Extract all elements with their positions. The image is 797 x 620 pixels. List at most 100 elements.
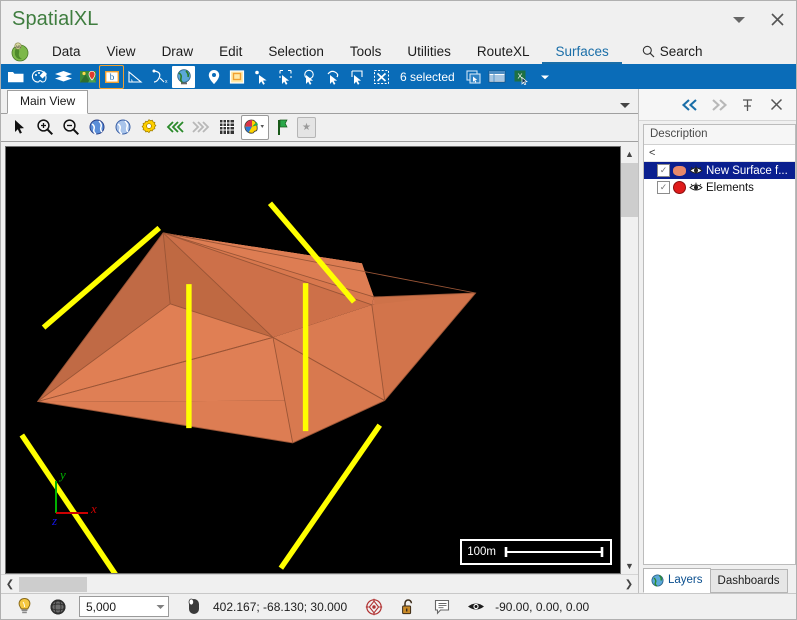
color-palette-icon[interactable] bbox=[241, 114, 269, 140]
tab-dashboards[interactable]: Dashboards bbox=[709, 569, 788, 593]
chevron-down-icon bbox=[733, 16, 745, 23]
copy-selection-icon[interactable] bbox=[462, 66, 485, 88]
open-folder-icon[interactable] bbox=[4, 66, 27, 88]
zoom-out-icon[interactable] bbox=[59, 116, 83, 139]
scale-bar: 100m bbox=[459, 538, 613, 566]
menu-item-routexl[interactable]: RouteXL bbox=[464, 39, 543, 64]
layer-row-elements[interactable]: ✓ Elements bbox=[644, 179, 795, 196]
zoom-scale-combobox[interactable]: 5,000 bbox=[79, 596, 169, 617]
tab-layers-label: Layers bbox=[668, 574, 703, 586]
pin-icon bbox=[743, 98, 752, 111]
panel-close-button[interactable] bbox=[763, 93, 790, 117]
note-window-icon[interactable] bbox=[226, 66, 249, 88]
scroll-up-arrow[interactable]: ▲ bbox=[621, 145, 638, 163]
previous-view-icon[interactable] bbox=[163, 116, 187, 139]
menu-item-surfaces[interactable]: Surfaces bbox=[542, 39, 622, 64]
surface-model bbox=[6, 146, 620, 573]
layers-tree: Description < ✓ New Surface f... ✓ Eleme… bbox=[643, 124, 796, 565]
panel-pin-button[interactable] bbox=[734, 93, 761, 117]
scroll-track-vertical[interactable] bbox=[621, 162, 638, 557]
menu-item-selection[interactable]: Selection bbox=[255, 39, 337, 64]
palette-icon[interactable] bbox=[28, 66, 51, 88]
panel-expand-right-button[interactable] bbox=[705, 93, 732, 117]
viewport-horizontal-scrollbar[interactable]: ❮ ❯ bbox=[1, 574, 638, 593]
menu-item-utilities[interactable]: Utilities bbox=[394, 39, 464, 64]
layers-stack-icon[interactable] bbox=[52, 66, 75, 88]
lightbulb-icon[interactable] bbox=[7, 595, 41, 618]
canvas-area: y x z 100m ▲ ▼ bbox=[1, 141, 638, 574]
select-point-icon[interactable] bbox=[250, 66, 273, 88]
menu-item-tools[interactable]: Tools bbox=[337, 39, 395, 64]
select-box-icon[interactable] bbox=[346, 66, 369, 88]
menu-item-data[interactable]: Data bbox=[39, 39, 94, 64]
layer-label: Elements bbox=[706, 181, 754, 194]
location-marker-icon[interactable] bbox=[202, 66, 225, 88]
map-pin-image-icon[interactable] bbox=[76, 66, 99, 88]
close-icon bbox=[770, 98, 783, 111]
curve-tool-icon[interactable]: x bbox=[148, 66, 171, 88]
settings-gear-icon[interactable] bbox=[137, 116, 161, 139]
select-lasso-icon[interactable] bbox=[322, 66, 345, 88]
pointer-select-icon[interactable] bbox=[7, 116, 31, 139]
layer-visibility-checkbox[interactable]: ✓ bbox=[657, 181, 670, 194]
mouse-icon bbox=[177, 595, 211, 618]
eye-icon[interactable] bbox=[459, 595, 493, 618]
next-view-icon[interactable] bbox=[189, 116, 213, 139]
snap-target-icon[interactable] bbox=[357, 595, 391, 618]
star-button-icon[interactable]: ★ bbox=[297, 116, 316, 138]
element-dot-swatch bbox=[673, 181, 686, 194]
menu-item-edit[interactable]: Edit bbox=[206, 39, 255, 64]
close-button[interactable] bbox=[758, 5, 796, 35]
zoom-in-icon[interactable] bbox=[33, 116, 57, 139]
select-rectangle-icon[interactable] bbox=[274, 66, 297, 88]
search-icon bbox=[642, 45, 655, 58]
tab-main-view[interactable]: Main View bbox=[7, 89, 89, 114]
svg-text:b: b bbox=[109, 72, 114, 82]
viewport-vertical-scrollbar[interactable]: ▲ ▼ bbox=[621, 145, 638, 574]
eye-icon[interactable] bbox=[689, 182, 703, 193]
eye-icon[interactable] bbox=[689, 165, 703, 176]
table-view-icon[interactable] bbox=[486, 66, 509, 88]
search-button[interactable]: Search bbox=[634, 39, 711, 64]
tab-layers[interactable]: Layers bbox=[643, 568, 711, 593]
annotation-icon[interactable] bbox=[425, 595, 459, 618]
globe-icon[interactable] bbox=[172, 65, 195, 88]
ribbon-display-options-button[interactable] bbox=[720, 5, 758, 35]
menu-item-draw[interactable]: Draw bbox=[149, 39, 207, 64]
viewport-3d[interactable]: y x z 100m bbox=[5, 145, 621, 574]
scroll-down-arrow[interactable]: ▼ bbox=[621, 557, 638, 574]
boundary-icon[interactable]: b bbox=[99, 64, 124, 89]
chevron-down-icon[interactable] bbox=[152, 604, 168, 610]
globe-extent-icon[interactable] bbox=[111, 116, 135, 139]
layer-visibility-checkbox[interactable]: ✓ bbox=[657, 164, 670, 177]
layer-row-new-surface[interactable]: ✓ New Surface f... bbox=[644, 162, 795, 179]
wireframe-sphere-icon[interactable] bbox=[41, 595, 75, 618]
overflow-caret-icon[interactable] bbox=[534, 66, 557, 88]
globe-view-icon[interactable] bbox=[85, 116, 109, 139]
menu-bar: AB Data View Draw Edit Selection Tools U… bbox=[1, 38, 796, 64]
globe-app-icon[interactable]: AB bbox=[1, 39, 39, 64]
scroll-thumb-horizontal[interactable] bbox=[19, 576, 87, 592]
scroll-right-arrow[interactable]: ❯ bbox=[620, 576, 638, 593]
scroll-track-horizontal[interactable] bbox=[19, 576, 620, 593]
panel-collapse-left-button[interactable] bbox=[676, 93, 703, 117]
tab-dashboards-label: Dashboards bbox=[717, 574, 780, 587]
svg-text:AB: AB bbox=[15, 44, 21, 49]
scroll-left-arrow[interactable]: ❮ bbox=[1, 576, 19, 593]
zoom-scale-value: 5,000 bbox=[86, 599, 117, 614]
select-circle-icon[interactable] bbox=[298, 66, 321, 88]
layers-filter-row[interactable]: < bbox=[644, 145, 795, 162]
filter-glyph: < bbox=[649, 147, 656, 159]
tab-overflow-caret-icon[interactable] bbox=[620, 102, 630, 108]
bookmark-flag-icon[interactable] bbox=[271, 116, 295, 139]
scroll-thumb-vertical[interactable] bbox=[621, 162, 638, 217]
measure-angle-icon[interactable] bbox=[124, 66, 147, 88]
menu-item-view[interactable]: View bbox=[94, 39, 149, 64]
unlock-icon[interactable] bbox=[391, 595, 425, 618]
layers-panel-tabs: Layers Dashboards bbox=[639, 568, 796, 593]
grid-icon[interactable] bbox=[215, 116, 239, 139]
export-excel-icon[interactable]: X bbox=[510, 66, 533, 88]
scale-bar-label: 100m bbox=[467, 546, 496, 558]
clear-selection-icon[interactable] bbox=[370, 66, 393, 88]
title-bar: SpatialXL bbox=[1, 1, 796, 38]
